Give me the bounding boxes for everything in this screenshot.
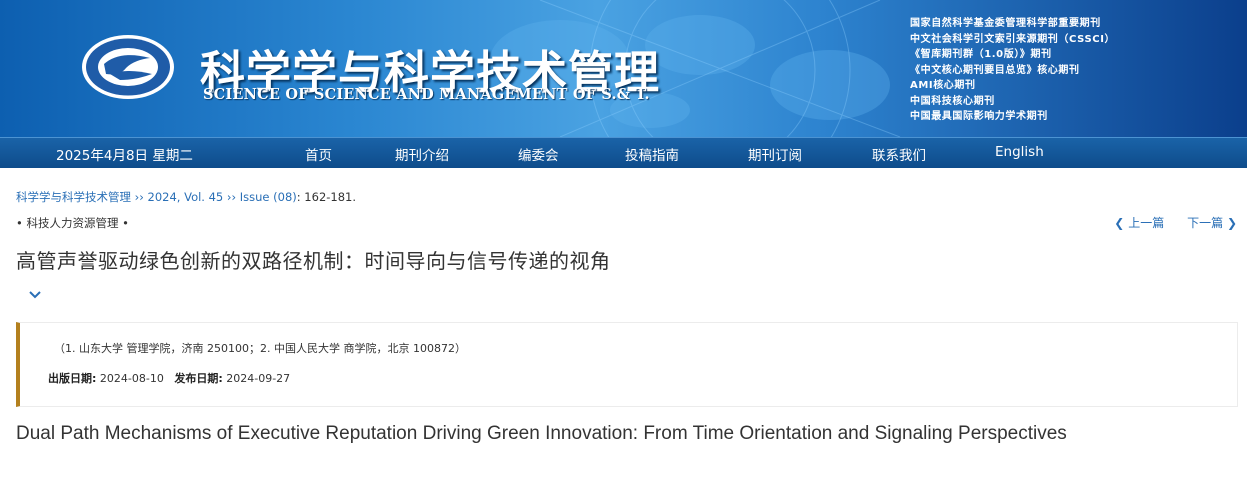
release-date: 2024-09-27 bbox=[226, 372, 291, 385]
breadcrumb-volume-link[interactable]: 2024, Vol. 45 bbox=[148, 190, 224, 204]
main-nav: 2025年4月8日 星期二 首页 期刊介绍 编委会 投稿指南 期刊订阅 联系我们… bbox=[0, 137, 1247, 168]
breadcrumb-journal-link[interactable]: 科学学与科学技术管理 bbox=[16, 190, 131, 204]
indexing-item: 《智库期刊群（1.0版）》期刊 bbox=[910, 49, 1052, 60]
indexing-item: 中国最具国际影响力学术期刊 bbox=[910, 111, 1048, 122]
next-article-link[interactable]: 下一篇 bbox=[1187, 216, 1223, 230]
nav-item-editorial-board[interactable]: 编委会 bbox=[518, 144, 559, 164]
indexing-item: 中国科技核心期刊 bbox=[910, 95, 995, 107]
indexing-item: AMI核心期刊 bbox=[910, 80, 976, 91]
indexing-item: 中文社会科学引文索引来源期刊（CSSCI） bbox=[910, 33, 1116, 45]
nav-item-about[interactable]: 期刊介绍 bbox=[395, 144, 449, 164]
nav-item-submission-guide[interactable]: 投稿指南 bbox=[625, 144, 679, 164]
pub-date: 2024-08-10 bbox=[99, 372, 164, 385]
author-affiliations: （1. 山东大学 管理学院，济南 250100；2. 中国人民大学 商学院，北京… bbox=[54, 342, 466, 355]
article-column: • 科技人力资源管理 • bbox=[16, 216, 129, 230]
breadcrumb-pages: : 162-181. bbox=[296, 190, 357, 204]
journal-banner: 科学学与科学技术管理 SCIENCE OF SCIENCE AND MANAGE… bbox=[0, 0, 1247, 137]
nav-item-contact[interactable]: 联系我们 bbox=[872, 144, 926, 164]
chevron-right-icon[interactable]: ❯ bbox=[1227, 216, 1237, 230]
nav-item-subscription[interactable]: 期刊订阅 bbox=[748, 144, 802, 164]
publication-dates: 出版日期: 2024-08-10 发布日期: 2024-09-27 bbox=[48, 370, 290, 386]
breadcrumb: 科学学与科学技术管理 ›› 2024, Vol. 45 ›› Issue (08… bbox=[16, 189, 356, 205]
nav-item-english[interactable]: English bbox=[995, 144, 1044, 160]
current-date: 2025年4月8日 星期二 bbox=[56, 148, 193, 164]
article-title-en: Dual Path Mechanisms of Executive Reputa… bbox=[16, 423, 1067, 444]
article-pager: ❮ 上一篇 下一篇 ❯ bbox=[1114, 214, 1237, 231]
pub-date-label: 出版日期: bbox=[48, 372, 97, 385]
article-title-cn: 高管声誉驱动绿色创新的双路径机制：时间导向与信号传递的视角 bbox=[16, 249, 611, 273]
journal-title-en: SCIENCE OF SCIENCE AND MANAGEMENT OF S.&… bbox=[203, 86, 650, 103]
chevron-down-icon[interactable] bbox=[28, 289, 42, 299]
indexing-item: 《中文核心期刊要目总览》核心期刊 bbox=[910, 64, 1080, 76]
journal-logo bbox=[82, 35, 174, 99]
breadcrumb-separator: ›› bbox=[226, 190, 237, 204]
article-info-box: （1. 山东大学 管理学院，济南 250100；2. 中国人民大学 商学院，北京… bbox=[16, 322, 1238, 407]
breadcrumb-issue-link[interactable]: Issue (08) bbox=[240, 190, 297, 204]
indexing-item: 国家自然科学基金委管理科学部重要期刊 bbox=[910, 18, 1101, 29]
prev-article-link[interactable]: 上一篇 bbox=[1128, 216, 1164, 230]
breadcrumb-separator: ›› bbox=[134, 190, 144, 204]
chevron-left-icon[interactable]: ❮ bbox=[1114, 216, 1124, 230]
release-date-label: 发布日期: bbox=[174, 372, 223, 385]
indexing-list: 国家自然科学基金委管理科学部重要期刊 中文社会科学引文索引来源期刊（CSSCI）… bbox=[910, 16, 1115, 125]
nav-item-home[interactable]: 首页 bbox=[305, 144, 332, 164]
